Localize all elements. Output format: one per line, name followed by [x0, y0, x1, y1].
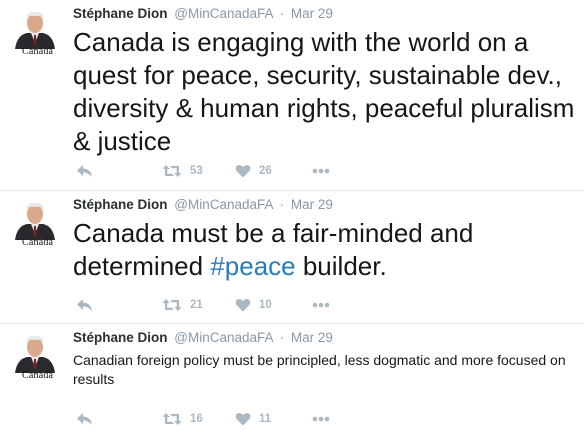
avatar-photo	[11, 200, 59, 240]
separator: ·	[279, 197, 285, 212]
retweet-count: 53	[190, 165, 203, 177]
like-button[interactable]: 26	[235, 162, 272, 180]
author-name[interactable]: Stéphane Dion	[73, 197, 168, 212]
reply-icon	[77, 299, 92, 311]
retweet-count: 21	[190, 299, 203, 311]
retweet-button[interactable]: 53	[162, 162, 203, 180]
tweet[interactable]: Canadä Stéphane Dion @MinCanadaFA · Mar …	[0, 0, 584, 191]
like-button[interactable]: 10	[235, 296, 272, 314]
author-handle[interactable]: @MinCanadaFA	[174, 6, 273, 21]
retweet-button[interactable]: 21	[162, 296, 203, 314]
like-count: 10	[259, 299, 272, 311]
tweet-header: Stéphane Dion @MinCanadaFA · Mar 29	[73, 6, 333, 22]
avatar-photo	[11, 333, 59, 373]
more-icon	[312, 168, 330, 174]
author-handle[interactable]: @MinCanadaFA	[174, 330, 273, 345]
like-count: 11	[259, 413, 272, 425]
canada-wordmark: Canadä	[22, 237, 54, 248]
tweet-date[interactable]: Mar 29	[291, 6, 333, 21]
tweet-date[interactable]: Mar 29	[291, 330, 333, 345]
avatar[interactable]: Canadä	[11, 9, 59, 57]
more-button[interactable]	[312, 162, 330, 180]
reply-button[interactable]	[76, 296, 93, 314]
tweet-text: Canadian foreign policy must be principl…	[73, 352, 566, 387]
more-button[interactable]	[312, 410, 330, 428]
retweet-count: 16	[190, 413, 203, 425]
retweet-icon	[162, 413, 182, 425]
more-icon	[312, 302, 330, 308]
retweet-button[interactable]: 16	[162, 410, 203, 428]
heart-icon	[235, 298, 251, 312]
retweet-icon	[162, 299, 182, 311]
avatar[interactable]: Canadä	[11, 333, 59, 381]
tweet-header: Stéphane Dion @MinCanadaFA · Mar 29	[73, 197, 333, 213]
heart-icon	[235, 412, 251, 426]
tweet-date[interactable]: Mar 29	[291, 197, 333, 212]
hashtag-link[interactable]: #peace	[210, 251, 295, 281]
separator: ·	[279, 6, 285, 21]
tweet-text: Canada must be a fair-minded and determi…	[73, 217, 573, 283]
tweet-text-after: builder.	[295, 251, 387, 281]
reply-button[interactable]	[76, 410, 93, 428]
like-count: 26	[259, 165, 272, 177]
author-handle[interactable]: @MinCanadaFA	[174, 197, 273, 212]
tweet[interactable]: Canadä Stéphane Dion @MinCanadaFA · Mar …	[0, 191, 584, 324]
author-name[interactable]: Stéphane Dion	[73, 330, 168, 345]
avatar-photo	[11, 9, 59, 49]
reply-icon	[77, 413, 92, 425]
canada-wordmark: Canadä	[22, 46, 54, 57]
more-button[interactable]	[312, 296, 330, 314]
avatar[interactable]: Canadä	[11, 200, 59, 248]
author-name[interactable]: Stéphane Dion	[73, 6, 168, 21]
more-icon	[312, 416, 330, 422]
tweet-header: Stéphane Dion @MinCanadaFA · Mar 29	[73, 330, 333, 346]
like-button[interactable]: 11	[235, 410, 271, 428]
tweet-text: Canada is engaging with the world on a q…	[73, 27, 575, 156]
reply-button[interactable]	[76, 162, 93, 180]
separator: ·	[279, 330, 285, 345]
reply-icon	[77, 165, 92, 177]
tweet-feed: Canadä Stéphane Dion @MinCanadaFA · Mar …	[0, 0, 584, 441]
heart-icon	[235, 164, 251, 178]
canada-wordmark: Canadä	[22, 370, 54, 381]
retweet-icon	[162, 165, 182, 177]
tweet[interactable]: Canadä Stéphane Dion @MinCanadaFA · Mar …	[0, 324, 584, 441]
